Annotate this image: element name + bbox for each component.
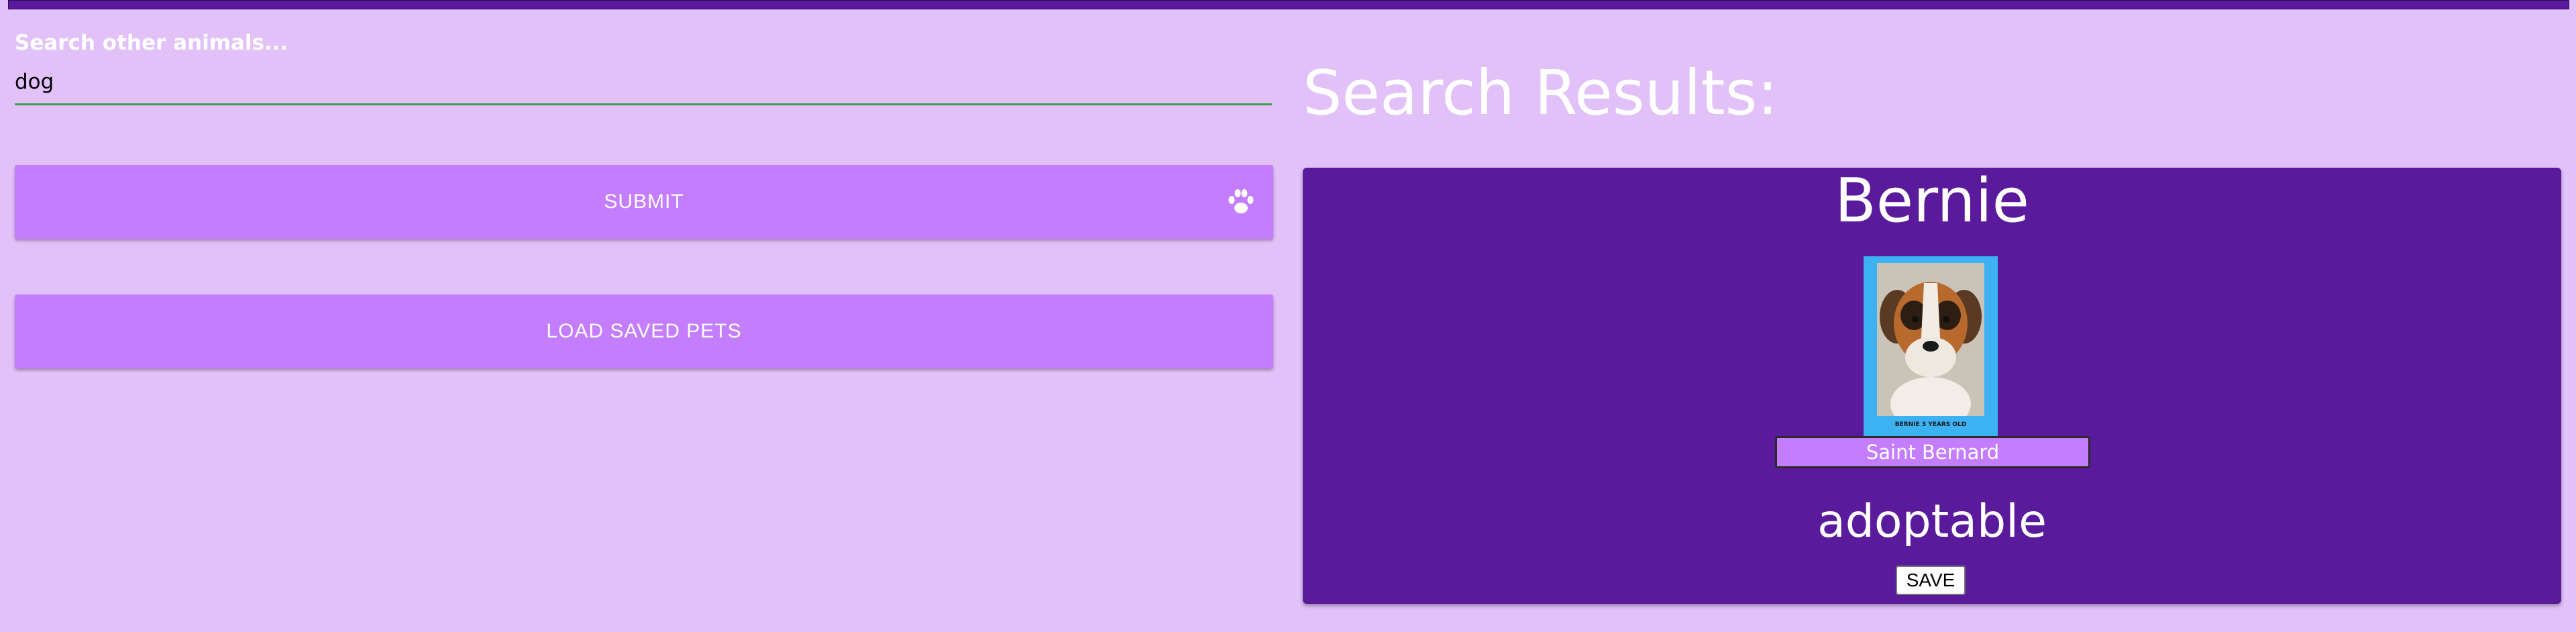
pet-name: Bernie xyxy=(1835,166,2029,236)
photo-caption: BERNIE 3 YEARS OLD xyxy=(1894,421,1967,428)
save-button[interactable]: SAVE xyxy=(1896,566,1966,595)
top-app-bar xyxy=(8,0,2569,9)
pet-status: adoptable xyxy=(1817,495,2047,548)
pet-photo[interactable]: BERNIE 3 YEARS OLD xyxy=(1864,256,1998,437)
search-results-title: Search Results: xyxy=(1303,57,1778,129)
pet-result-card: Bernie BERNIE 3 YEARS OLD Saint Bernard … xyxy=(1303,168,2561,604)
dog-face-illustration xyxy=(1877,263,1984,416)
load-saved-pets-label: LOAD SAVED PETS xyxy=(546,320,742,342)
search-label: Search other animals... xyxy=(15,31,288,55)
search-input[interactable] xyxy=(15,60,1272,105)
submit-button[interactable]: SUBMIT xyxy=(15,165,1273,239)
load-saved-pets-button[interactable]: LOAD SAVED PETS xyxy=(15,295,1273,368)
dog-photo-image xyxy=(1877,263,1984,416)
paw-icon xyxy=(1228,189,1254,213)
breed-badge: Saint Bernard xyxy=(1775,436,2090,468)
submit-button-label: SUBMIT xyxy=(604,191,684,213)
